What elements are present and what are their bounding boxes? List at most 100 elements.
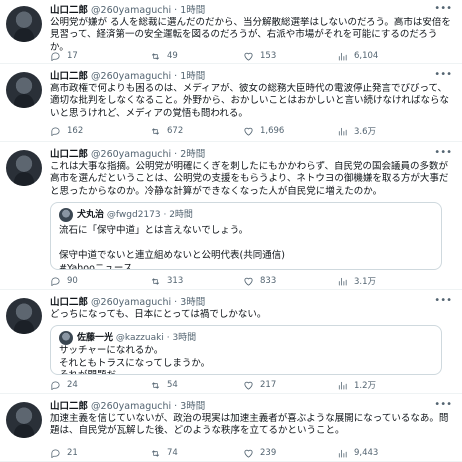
author-handle[interactable]: @260yamaguchi: [91, 297, 171, 308]
reply-button[interactable]: 24: [50, 378, 78, 392]
author-name[interactable]: 山口二郎: [50, 401, 88, 412]
quoted-avatar[interactable]: [59, 208, 73, 222]
reply-icon: [51, 51, 60, 61]
heart-icon: [244, 277, 253, 286]
reply-button[interactable]: 21: [50, 446, 78, 460]
retweet-icon: [151, 52, 160, 60]
views-count: 3.1万: [354, 277, 377, 287]
action-bar: 90 313 833 3.1万: [50, 274, 450, 288]
action-bar: 24 54 217 1.2万: [50, 378, 450, 392]
author-handle[interactable]: @260yamaguchi: [91, 149, 171, 160]
quoted-tweet[interactable]: 犬丸治 @fwgd2173 · 2時間 流石に「保守中道」とは言えないでしょう。…: [50, 202, 442, 270]
tweet-card[interactable]: 山口二郎 @260yamaguchi · 1時間 ••• 公明党が嫌が る人を総…: [0, 0, 462, 64]
like-button[interactable]: 239: [243, 446, 276, 460]
retweet-button[interactable]: 313: [150, 274, 183, 288]
views-count: 3.6万: [354, 127, 377, 137]
like-count: 1,696: [260, 126, 285, 136]
timeline-feed: 山口二郎 @260yamaguchi · 1時間 ••• 公明党が嫌が る人を総…: [0, 0, 462, 462]
author-name[interactable]: 山口二郎: [50, 71, 88, 82]
views-button[interactable]: 3.6万: [337, 124, 376, 138]
retweet-count: 313: [167, 276, 184, 286]
like-count: 833: [260, 276, 277, 286]
retweet-button[interactable]: 49: [150, 49, 178, 63]
timestamp[interactable]: 3時間: [180, 297, 205, 308]
quoted-header: 犬丸治 @fwgd2173 · 2時間: [77, 210, 193, 220]
views-button[interactable]: 6,104: [337, 49, 378, 63]
more-icon[interactable]: •••: [434, 296, 452, 306]
tweet-card[interactable]: 山口二郎 @260yamaguchi · 2時間 ••• これは大事な指摘。公明…: [0, 144, 462, 290]
more-icon[interactable]: •••: [434, 70, 452, 80]
tweet-card[interactable]: 山口二郎 @260yamaguchi · 1時間 ••• 高市政権で何よりも困る…: [0, 66, 462, 142]
tweet-text: どっちになっても、日本にとっては禍でしかない。: [50, 309, 267, 320]
quoted-header: 佐藤一光 @kazzuaki · 3時間: [77, 333, 197, 343]
tweet-card[interactable]: 山口二郎 @260yamaguchi · 3時間 ••• どっちになっても、日本…: [0, 292, 462, 394]
views-button[interactable]: 1.2万: [337, 378, 376, 392]
quoted-author-name[interactable]: 犬丸治: [77, 210, 104, 220]
author-name[interactable]: 山口二郎: [50, 5, 88, 16]
avatar[interactable]: [6, 72, 42, 108]
reply-count: 162: [67, 126, 84, 136]
avatar[interactable]: [6, 402, 42, 438]
timestamp[interactable]: 3時間: [180, 401, 205, 412]
quoted-tweet[interactable]: 佐藤一光 @kazzuaki · 3時間 サッチャーになれるか。 それともトラス…: [50, 325, 442, 375]
quoted-text: 流石に「保守中道」とは言えないでしょう。 保守中道でないと連立組めないと公明代表…: [59, 225, 285, 270]
timestamp[interactable]: 1時間: [180, 5, 205, 16]
more-icon[interactable]: •••: [434, 400, 452, 410]
timestamp[interactable]: 2時間: [180, 149, 205, 160]
tweet-card[interactable]: 山口二郎 @260yamaguchi · 3時間 ••• 加速主義を信じていない…: [0, 396, 462, 462]
tweet-header: 山口二郎 @260yamaguchi · 2時間: [50, 149, 206, 160]
action-bar: 21 74 239 9,443: [50, 446, 450, 460]
quoted-timestamp[interactable]: 3時間: [172, 333, 196, 343]
quoted-avatar[interactable]: [59, 331, 73, 345]
author-name[interactable]: 山口二郎: [50, 149, 88, 160]
reply-icon: [51, 380, 60, 390]
author-name[interactable]: 山口二郎: [50, 297, 88, 308]
quoted-timestamp[interactable]: 2時間: [169, 210, 193, 220]
views-count: 1.2万: [354, 381, 377, 391]
reply-icon: [51, 126, 60, 136]
heart-icon: [244, 449, 253, 458]
reply-count: 90: [67, 276, 78, 286]
like-count: 153: [260, 51, 277, 61]
reply-button[interactable]: 17: [50, 49, 78, 63]
like-button[interactable]: 217: [243, 378, 276, 392]
views-button[interactable]: 9,443: [337, 446, 378, 460]
reply-button[interactable]: 162: [50, 124, 83, 138]
action-bar: 17 49 153 6,104: [50, 49, 450, 63]
avatar[interactable]: [6, 298, 42, 334]
retweet-count: 74: [167, 448, 178, 458]
more-icon[interactable]: •••: [434, 148, 452, 158]
quoted-text: サッチャーになれるか。 それともトラスになってしまうか。 それが問題だ。: [59, 345, 211, 374]
author-handle[interactable]: @260yamaguchi: [91, 401, 171, 412]
heart-icon: [244, 381, 253, 390]
views-icon: [338, 381, 347, 390]
retweet-icon: [151, 127, 160, 135]
reply-icon: [51, 448, 60, 458]
reply-count: 21: [67, 448, 78, 458]
views-button[interactable]: 3.1万: [337, 274, 376, 288]
quoted-author-handle[interactable]: @kazzuaki: [116, 333, 164, 343]
retweet-button[interactable]: 54: [150, 378, 178, 392]
like-button[interactable]: 1,696: [243, 124, 284, 138]
timestamp[interactable]: 1時間: [180, 71, 205, 82]
action-bar: 162 672 1,696 3.6万: [50, 124, 450, 138]
more-icon[interactable]: •••: [434, 4, 452, 14]
views-icon: [338, 277, 347, 286]
retweet-button[interactable]: 672: [150, 124, 183, 138]
avatar[interactable]: [6, 6, 42, 42]
reply-button[interactable]: 90: [50, 274, 78, 288]
quoted-author-name[interactable]: 佐藤一光: [77, 333, 113, 343]
like-count: 239: [260, 448, 277, 458]
author-handle[interactable]: @260yamaguchi: [91, 5, 171, 16]
reply-count: 17: [67, 51, 78, 61]
retweet-button[interactable]: 74: [150, 446, 178, 460]
views-count: 9,443: [354, 448, 379, 458]
reply-count: 24: [67, 380, 78, 390]
like-button[interactable]: 153: [243, 49, 276, 63]
tweet-header: 山口二郎 @260yamaguchi · 3時間: [50, 401, 206, 412]
avatar[interactable]: [6, 150, 42, 186]
retweet-count: 49: [167, 51, 178, 61]
author-handle[interactable]: @260yamaguchi: [91, 71, 171, 82]
quoted-author-handle[interactable]: @fwgd2173: [107, 210, 161, 220]
like-button[interactable]: 833: [243, 274, 276, 288]
